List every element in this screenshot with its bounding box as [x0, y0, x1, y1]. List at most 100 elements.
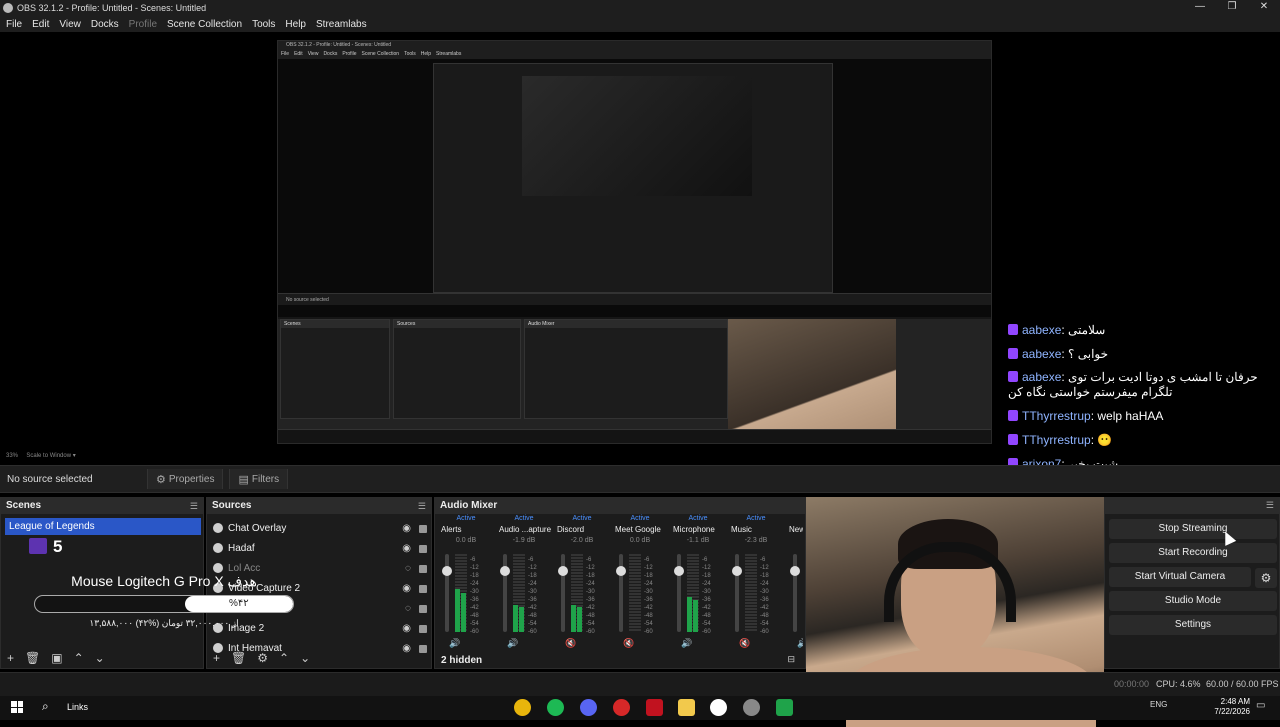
dock-menu-icon[interactable]: ☰	[418, 498, 426, 514]
fader-knob[interactable]	[616, 565, 626, 576]
green-app-icon[interactable]	[776, 699, 793, 716]
zoom-level[interactable]: 33%	[6, 453, 18, 459]
source-item[interactable]: Hadaf ◉	[213, 538, 431, 558]
fader-knob[interactable]	[442, 565, 452, 576]
filter-scene-button[interactable]: ▣	[51, 651, 62, 665]
mixer-channel[interactable]: Active Microphone -1.1 dB -6 -12 -18 -24 -30 -36…	[669, 514, 727, 648]
move-up-button[interactable]: ⌃	[74, 651, 84, 665]
channel-name[interactable]: Discord	[553, 524, 611, 536]
mixer-menu-icon[interactable]: ⊟	[787, 654, 795, 665]
volume-fader[interactable]	[790, 554, 800, 632]
scene-item-league-of-legends[interactable]: League of Legends	[5, 518, 201, 535]
menu-help[interactable]: Help	[285, 19, 306, 30]
eye-icon[interactable]: ◉	[402, 523, 411, 534]
speaker-icon[interactable]: 🔊	[449, 638, 460, 648]
volume-fader[interactable]	[616, 554, 626, 632]
start-recording-button[interactable]: Start Recording	[1109, 543, 1277, 563]
channel-name[interactable]: Audio ...apture	[495, 524, 553, 536]
move-down-button[interactable]: ⌄	[95, 651, 105, 665]
start-virtual-camera-button[interactable]: Start Virtual Camera	[1109, 567, 1251, 587]
speaker-icon[interactable]: 🔊	[797, 638, 803, 648]
fader-knob[interactable]	[558, 565, 568, 576]
fader-knob[interactable]	[790, 565, 800, 576]
source-settings-button[interactable]: ⚙	[257, 651, 268, 665]
notification-icon[interactable]: ▭	[1256, 700, 1265, 711]
remove-source-button[interactable]: 🗑	[231, 651, 246, 665]
volume-fader[interactable]	[558, 554, 568, 632]
lock-icon[interactable]	[419, 585, 427, 593]
lock-icon[interactable]	[419, 625, 427, 633]
stop-streaming-button[interactable]: Stop Streaming	[1109, 519, 1277, 539]
chrome-icon[interactable]	[514, 699, 531, 716]
lock-icon[interactable]	[419, 525, 427, 533]
windows-start-icon[interactable]	[11, 701, 23, 713]
channel-name[interactable]: Alerts	[437, 524, 495, 536]
eye-icon[interactable]: ◉	[402, 623, 411, 634]
eye-off-icon[interactable]: ◌	[405, 563, 411, 574]
mixer-channel[interactable]: Active Audio ...apture -1.9 dB -6 -12 -18 -24-…	[495, 514, 553, 648]
volume-fader[interactable]	[732, 554, 742, 632]
remove-scene-button[interactable]: 🗑	[25, 651, 40, 665]
media-app-icon[interactable]	[646, 699, 663, 716]
source-item[interactable]: Chat Overlay ◉	[213, 518, 431, 538]
obs-icon[interactable]	[710, 699, 727, 716]
taskbar-links[interactable]: Links	[67, 702, 88, 712]
lock-icon[interactable]	[419, 545, 427, 553]
fader-knob[interactable]	[732, 565, 742, 576]
maximize-button[interactable]: ❐	[1216, 0, 1248, 16]
move-down-button[interactable]: ⌄	[300, 651, 310, 665]
studio-mode-button[interactable]: Studio Mode	[1109, 591, 1277, 611]
muted-speaker-icon[interactable]: 🔇	[739, 638, 750, 648]
minimize-button[interactable]: —	[1184, 0, 1216, 16]
volume-fader[interactable]	[674, 554, 684, 632]
add-source-button[interactable]: +	[213, 651, 220, 665]
menu-file[interactable]: File	[6, 19, 22, 30]
lock-icon[interactable]	[419, 605, 427, 613]
menu-edit[interactable]: Edit	[32, 19, 49, 30]
channel-name[interactable]: New Hem	[785, 524, 803, 536]
mixer-channel[interactable]: Active Discord -2.0 dB -6 -12 -18 -24 -30 -36 -42…	[553, 514, 611, 648]
menu-scene-collection[interactable]: Scene Collection	[167, 19, 242, 30]
lock-icon[interactable]	[419, 565, 427, 573]
menu-streamlabs[interactable]: Streamlabs	[316, 19, 367, 30]
muted-speaker-icon[interactable]: 🔇	[565, 638, 576, 648]
mixer-channel[interactable]: ActiveNew Hem-6-12-18-24-30-36-42-48-54-…	[785, 514, 803, 648]
spotify-icon[interactable]	[547, 699, 564, 716]
app-icon[interactable]	[613, 699, 630, 716]
file-explorer-icon[interactable]	[678, 699, 695, 716]
volume-fader[interactable]	[442, 554, 452, 632]
dock-menu-icon[interactable]: ☰	[1266, 500, 1274, 511]
close-button[interactable]: ✕	[1248, 0, 1280, 16]
settings-gear-icon[interactable]	[743, 699, 760, 716]
properties-button[interactable]: ⚙ Properties	[147, 469, 224, 489]
fader-knob[interactable]	[500, 565, 510, 576]
mixer-channel[interactable]: Active Meet Google 0.0 dB -6 -12 -18 -24 -30 -36…	[611, 514, 669, 648]
menu-profile[interactable]: Profile	[129, 19, 157, 30]
channel-name[interactable]: Meet Google	[611, 524, 669, 536]
zoom-mode[interactable]: Scale to Window	[26, 453, 71, 459]
tray-language[interactable]: ENG	[1150, 700, 1167, 709]
menu-tools[interactable]: Tools	[252, 19, 275, 30]
mixer-channel[interactable]: Active Alerts 0.0 dB -6 -12 -18 -24 -30 -36 -42 -4…	[437, 514, 495, 648]
eye-icon[interactable]: ◉	[402, 583, 411, 594]
channel-name[interactable]: Music	[727, 524, 785, 536]
discord-icon[interactable]	[580, 699, 597, 716]
move-up-button[interactable]: ⌃	[279, 651, 289, 665]
search-icon[interactable]: ⌕	[42, 699, 49, 714]
speaker-icon[interactable]: 🔊	[507, 638, 518, 648]
mixer-channel[interactable]: Active Music -2.3 dB -6 -12 -18 -24 -30 -36 -42 -4…	[727, 514, 785, 648]
menu-docks[interactable]: Docks	[91, 19, 119, 30]
filters-button[interactable]: ▤ Filters	[229, 469, 289, 489]
muted-speaker-icon[interactable]: 🔇	[623, 638, 634, 648]
channel-name[interactable]: Microphone	[669, 524, 727, 536]
menu-view[interactable]: View	[59, 19, 81, 30]
virtual-camera-settings-button[interactable]: ⚙	[1255, 568, 1277, 588]
volume-fader[interactable]	[500, 554, 510, 632]
fader-knob[interactable]	[674, 565, 684, 576]
taskbar-clock[interactable]: 2:48 AM 7/22/2026	[1200, 697, 1250, 717]
add-scene-button[interactable]: +	[7, 651, 14, 665]
eye-off-icon[interactable]: ◌	[405, 603, 411, 614]
dock-menu-icon[interactable]: ☰	[190, 498, 198, 514]
settings-button[interactable]: Settings	[1109, 615, 1277, 635]
eye-icon[interactable]: ◉	[402, 543, 411, 554]
